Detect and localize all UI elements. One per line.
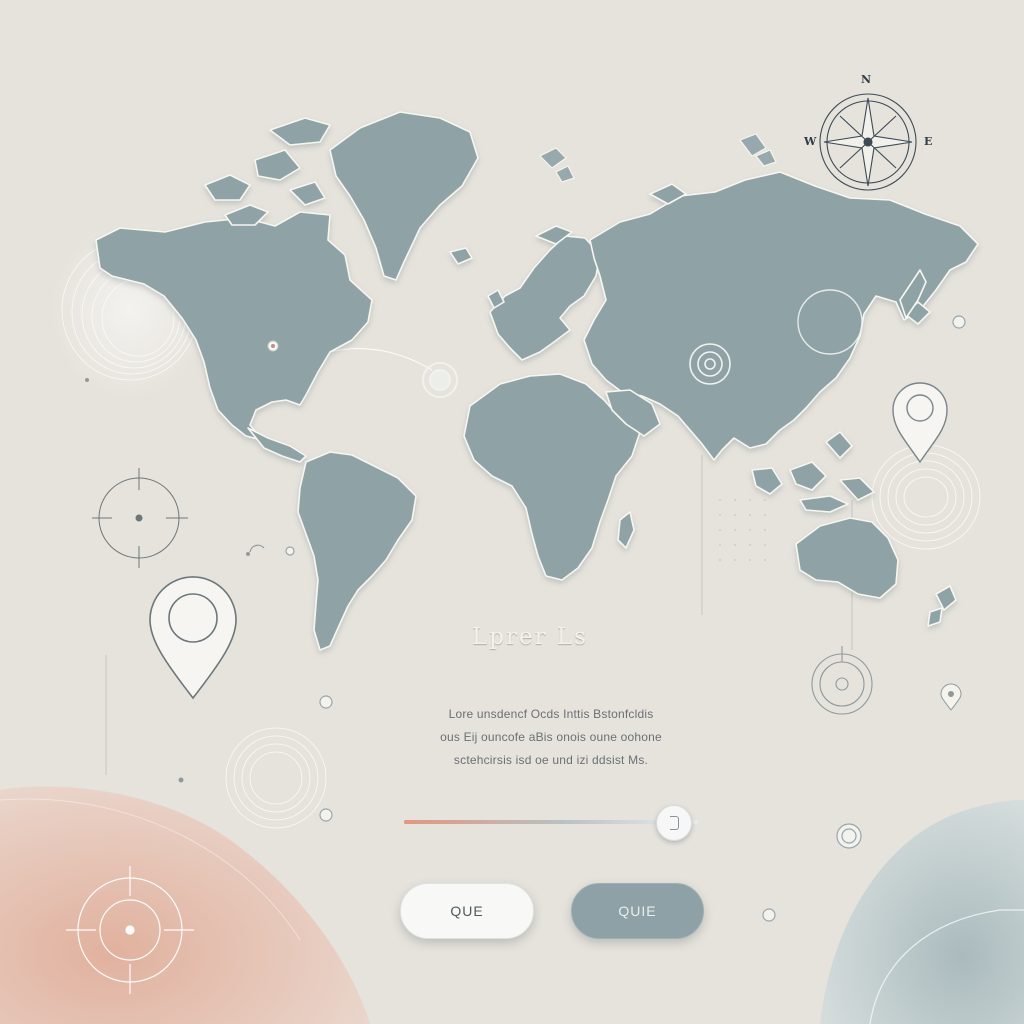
page-title: Lprer Ls [472,624,588,650]
contour-patch-right [871,444,981,550]
location-dot-icon [267,340,279,352]
compass-west-label: W [804,135,817,148]
contour-patch-bottom [225,727,327,829]
range-slider[interactable] [404,805,708,841]
secondary-button[interactable]: QUIE [571,883,704,939]
compass-rose-icon [819,93,917,191]
warm-corner-blob [0,786,370,1024]
slider-thumb[interactable] [656,805,692,841]
map-pin-icon [149,576,237,700]
background-decoration [0,93,1024,1024]
world-map [95,111,979,651]
world-map-scene: N W E Lprer Ls Lore unsdencf Ocds Inttis… [0,0,1024,1024]
bracket-icon [670,816,679,830]
crosshair-icon [92,468,188,568]
description-line: Lore unsdencf Ocds Inttis Bstonfcldis [448,707,654,721]
slider-fill [404,820,674,824]
continent-central-america [247,427,307,463]
compass-north-label: N [861,73,872,86]
description-text: Lore unsdencf Ocds Inttis Bstonfcldis ou… [396,703,706,772]
location-dot-icon [422,362,458,398]
dot-grid [719,499,766,561]
description-line: ous Eij ouncofe aBis onois oune oohone [440,730,662,744]
description-line: sctehcirsis isd oe und izi ddsist Ms. [453,753,649,767]
map-pin-icon [892,382,948,464]
continent-europe [489,235,601,361]
continent-south-america [297,451,417,651]
target-ring-icon [811,646,873,715]
map-pin-icon [940,683,962,711]
primary-button[interactable]: QUE [400,883,534,939]
continent-australia [795,517,899,599]
compass-east-label: E [924,135,933,148]
